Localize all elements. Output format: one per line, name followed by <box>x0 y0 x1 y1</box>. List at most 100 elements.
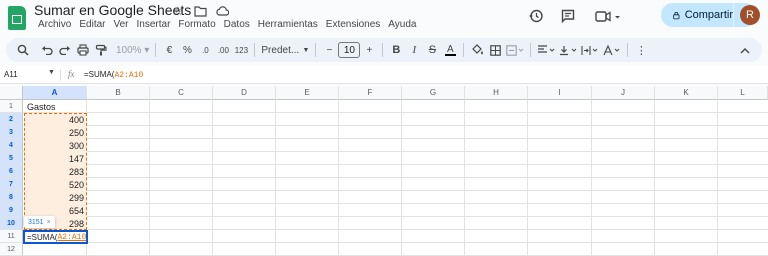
formula-bar: A11 ▼ fx =SUMA(A2:A10 <box>0 66 768 84</box>
row-header-2[interactable]: 2 <box>0 113 23 126</box>
history-icon[interactable] <box>524 4 548 28</box>
cell-a8[interactable]: 299 <box>24 191 87 204</box>
percent-button[interactable]: % <box>178 40 196 60</box>
comments-icon[interactable] <box>556 4 580 28</box>
fx-icon: fx <box>68 69 75 79</box>
column-header-j[interactable]: J <box>592 86 655 100</box>
sum-preview-tooltip: 3151 × <box>24 216 55 228</box>
row-header-8[interactable]: 8 <box>0 191 23 204</box>
column-header-g[interactable]: G <box>402 86 465 100</box>
menu-formato[interactable]: Formato <box>174 19 219 30</box>
spreadsheet-grid[interactable]: ABCDEFGHIJKL 1 2 3 4 5 6 7 8 9 10 11 12 Gastos 400 2… <box>0 86 768 256</box>
font-name: Predet... <box>261 44 300 56</box>
active-cell-editor[interactable]: =SUMA(A2:A10 <box>23 230 88 244</box>
menu-ver[interactable]: Ver <box>109 19 132 30</box>
row-header-4[interactable]: 4 <box>0 139 23 152</box>
formula-range: A2:A10 <box>114 71 144 80</box>
column-header-h[interactable]: H <box>465 86 528 100</box>
meet-icon[interactable] <box>590 4 624 28</box>
text-rotation-icon[interactable] <box>601 40 623 60</box>
column-header-c[interactable]: C <box>150 86 213 100</box>
collapse-toolbar-icon[interactable] <box>736 40 754 60</box>
bold-button[interactable]: B <box>387 40 405 60</box>
menu-editar[interactable]: Editar <box>75 19 109 30</box>
cloud-status-icon[interactable] <box>214 3 230 19</box>
cell-a5[interactable]: 147 <box>24 152 87 165</box>
borders-icon[interactable] <box>486 40 504 60</box>
document-title[interactable]: Sumar en Google Sheets <box>34 2 191 18</box>
cell-a2[interactable]: 400 <box>24 113 87 126</box>
font-size-decrease-button[interactable]: − <box>320 40 338 60</box>
row-header-5[interactable]: 5 <box>0 152 23 165</box>
row-header-11[interactable]: 11 <box>0 230 23 243</box>
cell-a6[interactable]: 283 <box>24 165 87 178</box>
menu-datos[interactable]: Datos <box>220 19 254 30</box>
font-size-increase-button[interactable]: + <box>360 40 378 60</box>
formula-input[interactable]: =SUMA(A2:A10 <box>84 70 143 80</box>
cell-a7[interactable]: 520 <box>24 178 87 191</box>
toolbar: 100% ▾ € % .0 .00 123 Predet... ▼ − 10 + … <box>6 38 762 62</box>
font-size-input[interactable]: 10 <box>338 42 361 58</box>
cell-a1[interactable]: Gastos <box>24 100 87 113</box>
row-header-3[interactable]: 3 <box>0 126 23 139</box>
column-header-d[interactable]: D <box>213 86 276 100</box>
vertical-align-icon[interactable] <box>557 40 579 60</box>
row-header-9[interactable]: 9 <box>0 204 23 217</box>
more-options-icon[interactable]: ⋮ <box>632 40 650 60</box>
row-header-10[interactable]: 10 <box>0 217 23 230</box>
zoom-value: 100% <box>116 44 142 56</box>
cell-a4[interactable]: 300 <box>24 139 87 152</box>
column-header-l[interactable]: L <box>718 86 768 100</box>
text-wrap-icon[interactable] <box>579 40 601 60</box>
formula-prefix: =SUMA( <box>84 70 115 79</box>
undo-icon[interactable] <box>38 40 56 60</box>
active-cell-prefix: =SUMA( <box>27 232 58 242</box>
column-header-f[interactable]: F <box>339 86 402 100</box>
fill-color-icon[interactable] <box>468 40 486 60</box>
zoom-select[interactable]: 100% ▾ <box>114 40 151 60</box>
paint-format-icon[interactable] <box>92 40 110 60</box>
lock-icon <box>673 11 680 19</box>
column-header-a[interactable]: A <box>23 86 87 100</box>
move-folder-icon[interactable] <box>192 3 208 19</box>
star-icon[interactable]: ☆ <box>170 3 186 19</box>
horizontal-align-icon[interactable] <box>535 40 557 60</box>
redo-icon[interactable] <box>56 40 74 60</box>
name-box-dropdown-icon[interactable]: ▼ <box>48 69 55 76</box>
font-select[interactable]: Predet... ▼ <box>259 40 311 60</box>
increase-decimals-button[interactable]: .00 <box>214 40 232 60</box>
decrease-decimals-button[interactable]: .0 <box>196 40 214 60</box>
menu-insertar[interactable]: Insertar <box>133 19 175 30</box>
search-menus-icon[interactable] <box>14 40 32 60</box>
row-header-1[interactable]: 1 <box>0 100 23 113</box>
currency-button[interactable]: € <box>160 40 178 60</box>
active-cell-range: A2:A10 <box>57 232 87 242</box>
column-header-e[interactable]: E <box>276 86 339 100</box>
print-icon[interactable] <box>74 40 92 60</box>
menu-ayuda[interactable]: Ayuda <box>384 19 420 30</box>
menu-extensiones[interactable]: Extensiones <box>322 19 384 30</box>
text-color-button[interactable]: A <box>441 40 459 60</box>
number-format-button[interactable]: 123 <box>232 40 250 60</box>
column-header-b[interactable]: B <box>87 86 150 100</box>
row-header-7[interactable]: 7 <box>0 178 23 191</box>
menu-bar: Archivo Editar Ver Insertar Formato Dato… <box>34 19 420 30</box>
column-header-i[interactable]: I <box>528 86 592 100</box>
text-color-label: A <box>447 43 454 55</box>
column-header-k[interactable]: K <box>655 86 718 100</box>
menu-herramientas[interactable]: Herramientas <box>254 19 322 30</box>
close-icon[interactable]: × <box>47 219 51 226</box>
merge-cells-icon[interactable] <box>504 40 526 60</box>
sheets-logo-icon[interactable] <box>8 6 26 30</box>
avatar[interactable]: R <box>740 5 760 25</box>
cell-a3[interactable]: 250 <box>24 126 87 139</box>
name-box[interactable]: A11 <box>4 70 18 79</box>
row-header-6[interactable]: 6 <box>0 165 23 178</box>
strikethrough-button[interactable]: S <box>423 40 441 60</box>
row-header-12[interactable]: 12 <box>0 243 23 256</box>
italic-button[interactable]: I <box>405 40 423 60</box>
select-all-corner[interactable] <box>0 86 23 100</box>
share-label: Compartir <box>684 9 733 21</box>
sum-preview-value: 3151 <box>28 218 44 226</box>
menu-archivo[interactable]: Archivo <box>34 19 75 30</box>
